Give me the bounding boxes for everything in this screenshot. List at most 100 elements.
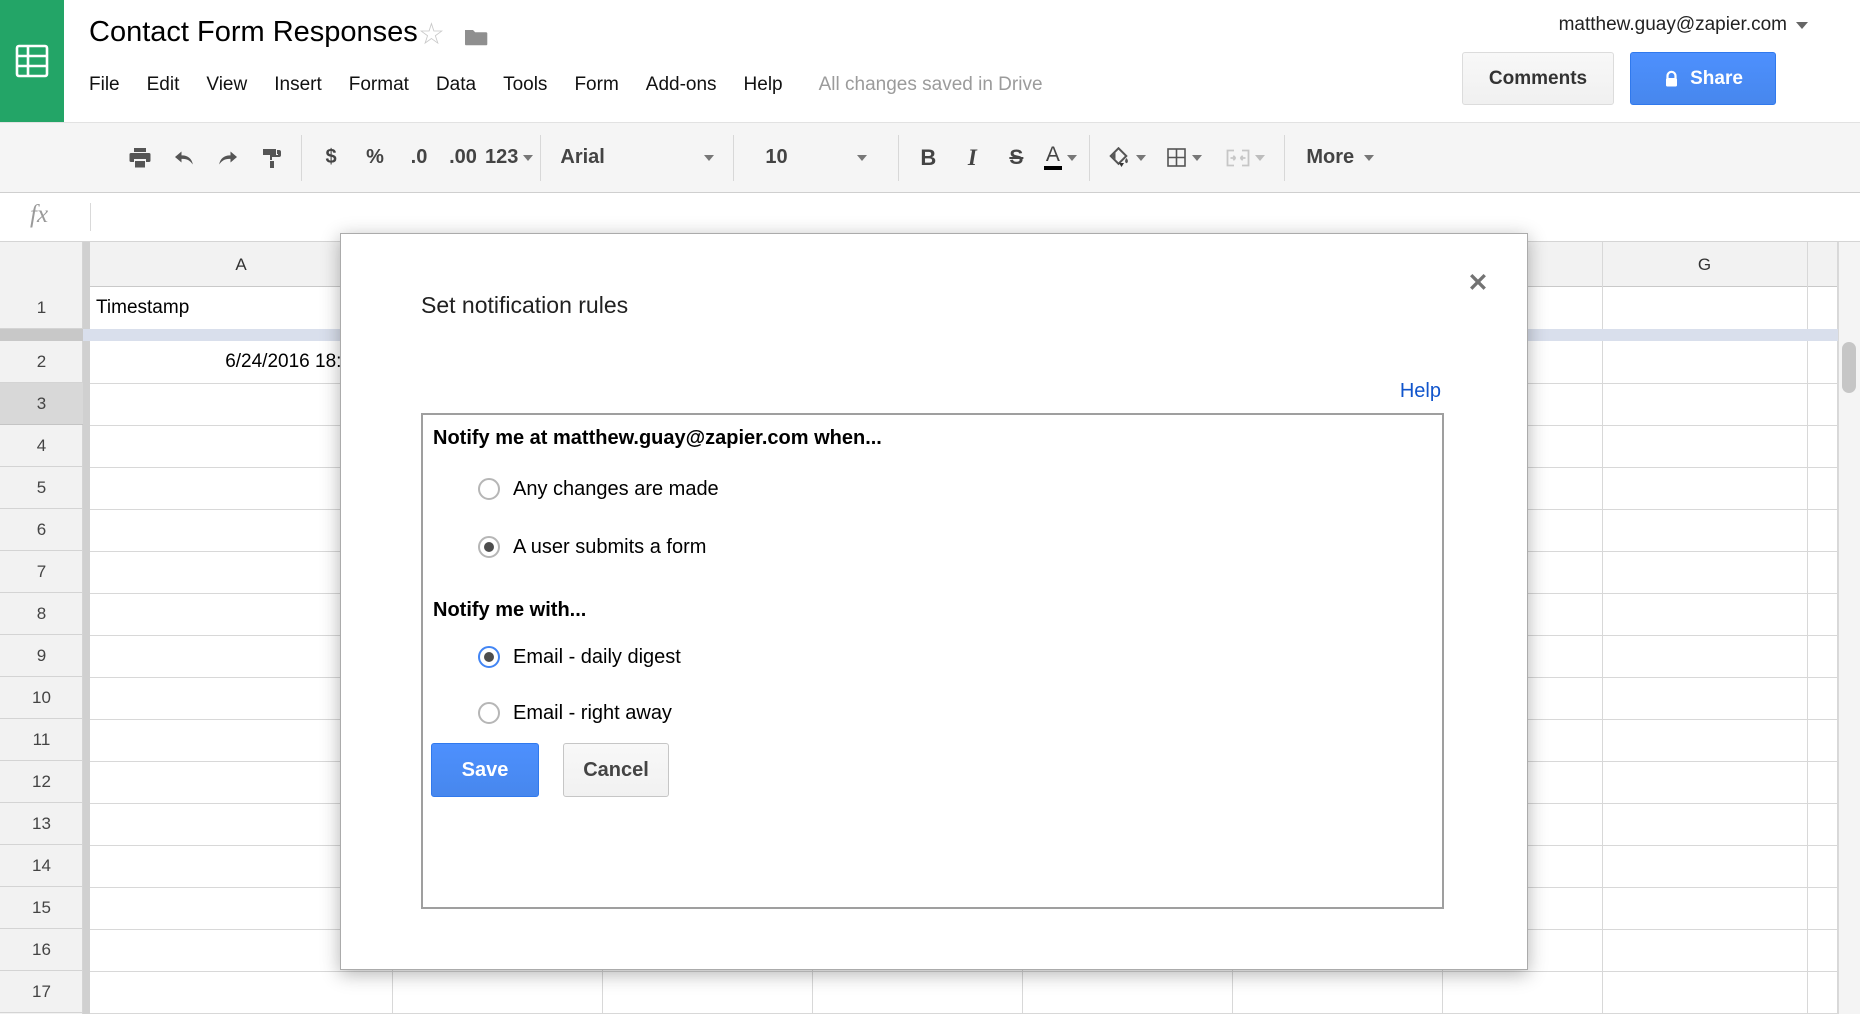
set-notification-rules-dialog: ✕ Set notification rules Help Notify me … — [340, 233, 1528, 970]
radio-button[interactable] — [478, 536, 500, 558]
notify-with-heading: Notify me with... — [433, 599, 586, 622]
more-formats-button[interactable]: 123 — [485, 135, 533, 181]
menu-help[interactable]: Help — [744, 74, 783, 96]
cell-a2[interactable]: 6/24/2016 18:0 — [90, 341, 352, 383]
notify-when-heading: Notify me at matthew.guay@zapier.com whe… — [433, 427, 882, 450]
row-header-5[interactable]: 5 — [0, 467, 83, 509]
sheets-grid-icon — [14, 43, 50, 79]
share-button[interactable]: Share — [1630, 52, 1776, 105]
column-header-g[interactable]: G — [1602, 242, 1807, 287]
row-header-7[interactable]: 7 — [0, 551, 83, 593]
radio-option-email-right-away[interactable]: Email - right away — [478, 701, 672, 725]
grid-column-line — [1807, 242, 1808, 1014]
caret-down-icon — [704, 155, 714, 161]
toolbar-separator — [733, 135, 734, 181]
row-header-2[interactable]: 2 — [0, 341, 83, 383]
borders-button[interactable] — [1155, 135, 1213, 181]
radio-button[interactable] — [478, 646, 500, 668]
row-header-6[interactable]: 6 — [0, 509, 83, 551]
radio-option-a-user-submits-a-form[interactable]: A user submits a form — [478, 535, 706, 559]
star-icon[interactable]: ☆ — [418, 20, 445, 50]
caret-down-icon — [1136, 155, 1146, 161]
caret-down-icon — [857, 155, 867, 161]
row-header-9[interactable]: 9 — [0, 635, 83, 677]
redo-button[interactable] — [206, 135, 250, 181]
caret-down-icon — [1255, 155, 1265, 161]
menu-tools[interactable]: Tools — [503, 74, 547, 96]
folder-icon[interactable] — [464, 27, 488, 52]
save-status[interactable]: All changes saved in Drive — [819, 74, 1043, 96]
close-icon[interactable]: ✕ — [1463, 268, 1493, 298]
document-title[interactable]: Contact Form Responses — [89, 16, 418, 49]
row-header-11[interactable]: 11 — [0, 719, 83, 761]
bold-button[interactable]: B — [906, 135, 950, 181]
radio-label: A user submits a form — [513, 536, 706, 559]
frozen-column-divider[interactable] — [83, 242, 90, 1014]
strikethrough-button[interactable]: S — [994, 135, 1038, 181]
cancel-button[interactable]: Cancel — [563, 743, 669, 797]
italic-button[interactable]: I — [950, 135, 994, 181]
row-header-1[interactable]: 1 — [0, 287, 83, 329]
account-menu[interactable]: matthew.guay@zapier.com — [1559, 14, 1808, 36]
frozen-row-divider[interactable] — [0, 329, 83, 341]
help-link[interactable]: Help — [1400, 380, 1441, 403]
app-header: Contact Form Responses ☆ File Edit View Ins… — [0, 0, 1860, 122]
menu-insert[interactable]: Insert — [274, 74, 322, 96]
radio-button[interactable] — [478, 478, 500, 500]
increase-decimal-button[interactable]: .00 — [441, 135, 485, 181]
row-header-13[interactable]: 13 — [0, 803, 83, 845]
row-header-14[interactable]: 14 — [0, 845, 83, 887]
decrease-decimal-button[interactable]: .0 — [397, 135, 441, 181]
account-caret-icon — [1796, 22, 1808, 29]
toolbar-separator — [898, 135, 899, 181]
print-button[interactable] — [118, 135, 162, 181]
format-currency-button[interactable]: $ — [309, 135, 353, 181]
menu-addons[interactable]: Add-ons — [646, 74, 717, 96]
row-header-10[interactable]: 10 — [0, 677, 83, 719]
font-size-select[interactable]: 10 — [741, 135, 891, 181]
notification-options-box: Notify me at matthew.guay@zapier.com whe… — [421, 413, 1444, 909]
borders-icon — [1166, 147, 1187, 168]
menu-view[interactable]: View — [206, 74, 247, 96]
row-header-16[interactable]: 16 — [0, 929, 83, 971]
menu-bar: File Edit View Insert Format Data Tools Form Add… — [89, 72, 1043, 98]
paint-format-button[interactable] — [250, 135, 294, 181]
text-color-button[interactable]: A — [1038, 135, 1082, 181]
select-all-corner[interactable] — [0, 242, 83, 287]
row-header-3[interactable]: 3 — [0, 383, 83, 425]
merge-cells-button — [1213, 135, 1277, 181]
comments-button[interactable]: Comments — [1462, 52, 1614, 105]
menu-form[interactable]: Form — [574, 74, 618, 96]
grid-row-line — [90, 971, 1838, 972]
row-header-15[interactable]: 15 — [0, 887, 83, 929]
row-header-17[interactable]: 17 — [0, 971, 83, 1013]
paint-bucket-icon — [1107, 147, 1131, 169]
menu-data[interactable]: Data — [436, 74, 476, 96]
grid-column-line — [1602, 242, 1603, 1014]
font-family-select[interactable]: Arial — [548, 135, 726, 181]
row-header-8[interactable]: 8 — [0, 593, 83, 635]
radio-option-any-changes-are-made[interactable]: Any changes are made — [478, 477, 719, 501]
sheets-logo[interactable] — [0, 0, 64, 122]
radio-option-email-daily-digest[interactable]: Email - daily digest — [478, 645, 681, 669]
save-button[interactable]: Save — [431, 743, 539, 797]
caret-down-icon — [1192, 155, 1202, 161]
dialog-title: Set notification rules — [421, 292, 628, 319]
undo-button[interactable] — [162, 135, 206, 181]
row-header-4[interactable]: 4 — [0, 425, 83, 467]
formula-input[interactable] — [104, 199, 1850, 235]
vertical-scrollbar[interactable] — [1838, 242, 1860, 1014]
toolbar-separator — [1089, 135, 1090, 181]
more-button[interactable]: More — [1292, 135, 1388, 181]
scrollbar-thumb[interactable] — [1842, 342, 1856, 393]
toolbar-separator — [1284, 135, 1285, 181]
radio-button[interactable] — [478, 702, 500, 724]
menu-edit[interactable]: Edit — [147, 74, 180, 96]
row-header-12[interactable]: 12 — [0, 761, 83, 803]
fill-color-button[interactable] — [1097, 135, 1155, 181]
toolbar: $ % .0 .00 123 Arial 10 B I S A — [0, 122, 1860, 193]
format-percent-button[interactable]: % — [353, 135, 397, 181]
menu-format[interactable]: Format — [349, 74, 409, 96]
menu-file[interactable]: File — [89, 74, 120, 96]
fx-label: fx — [30, 201, 48, 229]
